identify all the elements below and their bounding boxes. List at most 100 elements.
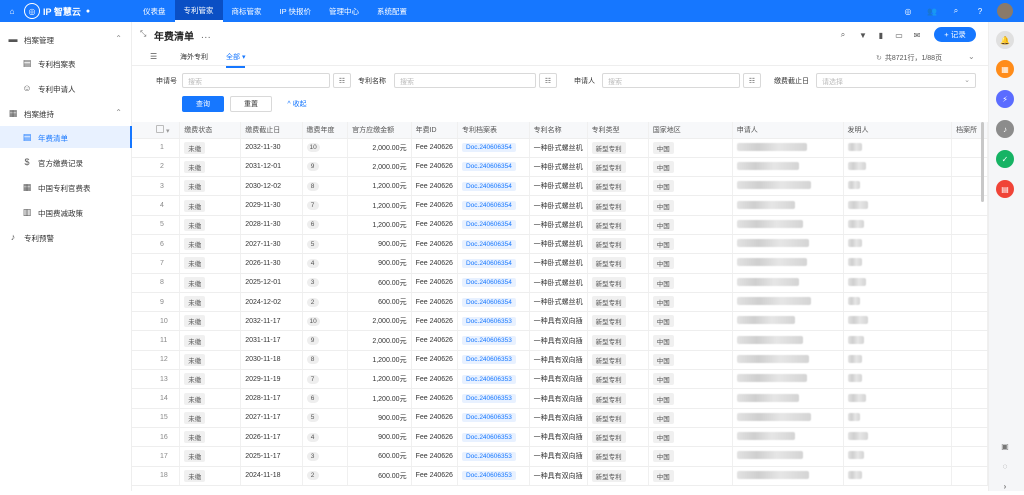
info-icon[interactable]: ● <box>86 8 90 15</box>
query-button[interactable]: 查询 <box>182 96 224 112</box>
table-row[interactable]: 15 未缴 2027-11-17 5 900.00元 Fee 240626 Doc.2406… <box>132 408 988 428</box>
doc-link[interactable]: Doc.240606354 <box>461 162 516 172</box>
table-row[interactable]: 18 未缴 2024-11-18 2 600.00元 Fee 240626 Doc.2406… <box>132 466 988 486</box>
table-row[interactable]: 8 未缴 2025-12-01 3 600.00元 Fee 240626 Doc.24060… <box>132 273 988 293</box>
table-row[interactable]: 4 未缴 2029-11-30 7 1,200.00元 Fee 240626 Doc.240… <box>132 195 988 216</box>
sidebar-item[interactable]: ▦ 中国专利官费表 <box>0 176 132 198</box>
menu-icon[interactable]: ☰ <box>150 52 157 61</box>
sidebar-group[interactable]: ▬ 档案管理 ⌃ <box>0 28 132 50</box>
doc-link[interactable]: Doc.240606353 <box>461 394 516 403</box>
doc-link[interactable]: Doc.240606353 <box>461 451 516 461</box>
tab-all[interactable]: 全部 ▾ <box>226 52 246 68</box>
tab-overseas[interactable]: 海外专利 <box>180 52 208 62</box>
home-icon[interactable]: ⌂ <box>6 0 18 22</box>
sidebar-item[interactable]: ▤ 专利档案表 <box>0 52 132 74</box>
doc-link[interactable]: Doc.240606353 <box>461 471 516 481</box>
mail-icon[interactable]: ✉ <box>912 30 922 40</box>
check-icon[interactable]: ✓ <box>996 150 1014 168</box>
list-filter-icon[interactable]: ☷ <box>539 73 557 88</box>
team-icon[interactable]: 👥 <box>926 0 938 22</box>
collapse-dock-icon[interactable]: › <box>996 477 1014 495</box>
column-header[interactable]: ▾ <box>132 122 181 139</box>
app-no-input[interactable]: 搜索 ☷ <box>182 73 351 88</box>
doc-link[interactable]: Doc.240606354 <box>461 239 516 249</box>
nav-item[interactable]: 管理中心 <box>320 0 368 22</box>
list-filter-icon[interactable]: ☷ <box>743 73 761 88</box>
more-icon[interactable]: ··· <box>201 32 211 43</box>
column-header[interactable]: 国家地区 <box>648 122 733 139</box>
table-row[interactable]: 11 未缴 2031-11-17 9 2,000.00元 Fee 240626 Doc.24… <box>132 330 988 351</box>
sidebar-item[interactable]: $ 官方缴费记录 <box>0 151 132 173</box>
doc-link[interactable]: Doc.240606354 <box>461 201 516 211</box>
table-row[interactable]: 14 未缴 2028-11-17 6 1,200.00元 Fee 240626 Doc.24… <box>132 388 988 409</box>
sidebar-group[interactable]: ♪ 专利预警 <box>0 226 132 248</box>
nav-item[interactable]: 系统配置 <box>368 0 416 22</box>
reset-button[interactable]: 重置 <box>230 96 272 112</box>
list-filter-icon[interactable]: ☷ <box>333 73 351 88</box>
column-header[interactable]: 缴费年度 <box>302 122 349 139</box>
doc-link[interactable]: Doc.240606353 <box>461 413 516 423</box>
column-header[interactable]: 申请人 <box>732 122 844 139</box>
column-header[interactable]: 专利名称 <box>529 122 588 139</box>
doc-link[interactable]: Doc.240606354 <box>461 258 516 268</box>
collapse-button[interactable]: ^ 收起 <box>280 96 314 112</box>
doc-link[interactable]: Doc.240606354 <box>461 143 516 153</box>
doc-link[interactable]: Doc.240606354 <box>461 220 516 230</box>
table-row[interactable]: 6 未缴 2027-11-30 5 900.00元 Fee 240626 Doc.24060… <box>132 234 988 255</box>
sidebar-group[interactable]: ▦ 档案维持 ⌃ <box>0 102 132 124</box>
nav-item[interactable]: IP 快报价 <box>271 0 321 22</box>
column-header[interactable]: 年费ID <box>411 122 458 139</box>
doc-link[interactable]: Doc.240606353 <box>461 374 516 384</box>
chat-icon[interactable]: ◌ <box>996 457 1014 475</box>
due-date-select[interactable]: 请选择 ⌄ <box>816 73 976 88</box>
table-row[interactable]: 12 未缴 2030-11-18 8 1,200.00元 Fee 240626 Doc.24… <box>132 350 988 371</box>
doc-link[interactable]: Doc.240606353 <box>461 432 516 442</box>
table-row[interactable]: 3 未缴 2030-12-02 8 1,200.00元 Fee 240626 Doc.240… <box>132 176 988 197</box>
nav-item[interactable]: 专利管家 <box>174 0 223 22</box>
doc-link[interactable]: Doc.240606354 <box>461 278 516 288</box>
patent-name-input[interactable]: 搜索 ☷ <box>394 73 557 88</box>
table-row[interactable]: 2 未缴 2031-12-01 9 2,000.00元 Fee 240626 Doc.240… <box>132 157 988 178</box>
chart-icon[interactable]: ▮ <box>876 30 886 40</box>
search-icon[interactable]: ⌕ <box>838 30 848 40</box>
sidebar-item[interactable]: ▤ 年费清单 <box>0 126 132 148</box>
table-row[interactable]: 17 未缴 2025-11-17 3 600.00元 Fee 240626 Doc.2406… <box>132 446 988 467</box>
apps-icon[interactable]: ▦ <box>996 60 1014 78</box>
filter-icon[interactable]: ▼ <box>858 30 868 40</box>
brand-logo[interactable]: ◎ IP 智慧云 ● <box>24 3 90 19</box>
search-icon[interactable]: ⌕ <box>950 0 962 22</box>
add-record-button[interactable]: + 记录 <box>934 27 976 42</box>
bell-icon[interactable]: ♪ <box>996 120 1014 138</box>
check-circle-icon[interactable]: ◎ <box>902 0 914 22</box>
table-row[interactable]: 5 未缴 2028-11-30 6 1,200.00元 Fee 240626 Doc.240… <box>132 215 988 235</box>
calendar-icon[interactable]: ▤ <box>996 180 1014 198</box>
contact-card-icon[interactable]: ▣ <box>996 437 1014 455</box>
doc-link[interactable]: Doc.240606353 <box>461 355 516 365</box>
column-header[interactable]: 发明人 <box>843 122 953 139</box>
refresh-icon[interactable]: ↻ <box>876 55 882 62</box>
avatar[interactable] <box>997 3 1013 19</box>
help-icon[interactable]: ? <box>974 0 986 22</box>
table-row[interactable]: 1 未缴 2032-11-30 10 2,000.00元 Fee 240626 Doc.24… <box>132 138 988 158</box>
table-row[interactable]: 10 未缴 2032-11-17 10 2,000.00元 Fee 240626 Doc.2… <box>132 311 988 332</box>
comment-icon[interactable]: ▭ <box>894 30 904 40</box>
column-header[interactable]: 缴费截止日 <box>240 122 303 139</box>
table-row[interactable]: 9 未缴 2024-12-02 2 600.00元 Fee 240626 Doc.24060… <box>132 292 988 313</box>
expand-icon[interactable]: ⤡ <box>140 29 146 39</box>
chevron-down-icon[interactable]: ⌄ <box>968 52 975 61</box>
sidebar-item[interactable]: ▥ 中国费减政策 <box>0 201 132 223</box>
notification-bell-icon[interactable]: 🔔 <box>996 31 1014 49</box>
column-header[interactable]: 专利档案表 <box>457 122 530 139</box>
lightning-icon[interactable]: ⚡ <box>996 90 1014 108</box>
table-row[interactable]: 16 未缴 2026-11-17 4 900.00元 Fee 240626 Doc.2406… <box>132 427 988 448</box>
applicant-input[interactable]: 搜索 ☷ <box>602 73 761 88</box>
vertical-scrollbar[interactable] <box>981 122 984 202</box>
nav-item[interactable]: 仪表盘 <box>134 0 175 22</box>
column-header[interactable]: 缴费状态 <box>179 122 242 139</box>
column-header[interactable]: 官方应缴金额 <box>347 122 412 139</box>
doc-link[interactable]: Doc.240606354 <box>461 181 516 191</box>
sidebar-item[interactable]: ☺ 专利申请人 <box>0 77 132 99</box>
doc-link[interactable]: Doc.240606353 <box>461 316 516 326</box>
nav-item[interactable]: 商标管家 <box>223 0 271 22</box>
table-row[interactable]: 7 未缴 2026-11-30 4 900.00元 Fee 240626 Doc.24060… <box>132 253 988 274</box>
